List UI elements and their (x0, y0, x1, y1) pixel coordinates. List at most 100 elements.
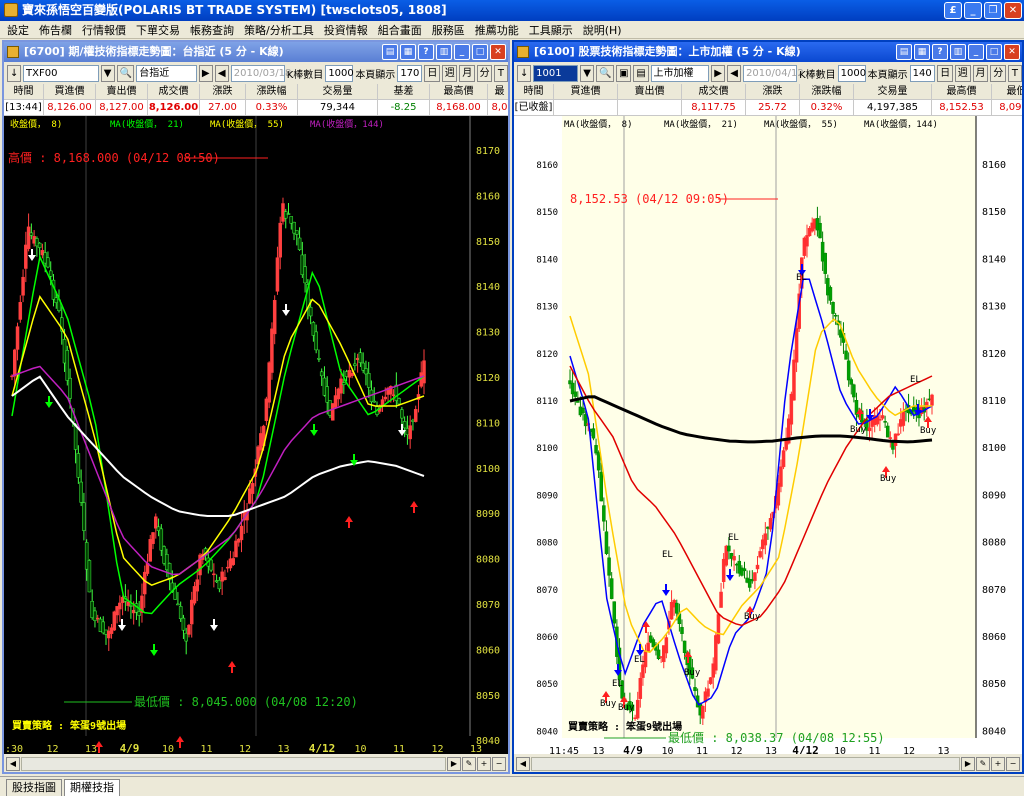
date-field[interactable]: 2010/03/18 (230, 64, 291, 82)
candle-body (779, 466, 783, 487)
close-button[interactable]: ✕ (1004, 44, 1020, 60)
symbol-input[interactable]: TXF00 (23, 64, 99, 82)
minimize-button[interactable]: _ (968, 44, 984, 60)
date-field[interactable]: 2010/04/12 (743, 64, 804, 82)
menu-item[interactable]: 帳務查詢 (185, 22, 239, 38)
candle-body (118, 602, 122, 610)
window-tabs: 股技指圖 期權技指 (0, 776, 1024, 796)
menu-item[interactable]: 行情報價 (77, 22, 131, 38)
layout-icon[interactable]: ▤ (382, 44, 398, 60)
candle-body (314, 331, 318, 351)
minimize-button[interactable]: _ (454, 44, 470, 60)
symbol-name-field[interactable]: 台指近 (136, 64, 197, 82)
zoom-out-icon[interactable]: − (1006, 757, 1020, 771)
back-icon[interactable]: ◀ (727, 64, 742, 82)
search-icon[interactable]: 🔍 (116, 64, 135, 82)
page-input[interactable]: 140 (909, 64, 936, 82)
candle-body (732, 556, 736, 561)
back-icon[interactable]: ◀ (214, 64, 229, 82)
zoom-out-icon[interactable]: − (492, 757, 506, 771)
symbol-name-field[interactable]: 上市加權 (650, 64, 710, 82)
doc-icon[interactable]: ▣ (616, 64, 632, 82)
candle-body (126, 601, 130, 606)
menu-item[interactable]: 說明(H) (578, 22, 627, 38)
period-tick-button[interactable]: T (1007, 64, 1022, 82)
tab-stock-chart[interactable]: 股技指圖 (6, 779, 62, 796)
app-close-button[interactable]: ✕ (1004, 2, 1022, 19)
chart-panel[interactable]: 8170 8160 8150 8140 8130 8120 8110 8100 8090 8080… (4, 116, 508, 754)
period-minute-button[interactable]: 分 (476, 64, 492, 82)
price-chart[interactable]: 8170 8160 8150 8140 8130 8120 8110 8100 8090 8080… (4, 116, 508, 754)
period-tick-button[interactable]: T (493, 64, 508, 82)
close-button[interactable]: ✕ (490, 44, 506, 60)
candle-body (708, 677, 713, 684)
zoom-in-icon[interactable]: + (477, 757, 491, 771)
menu-item[interactable]: 設定 (2, 22, 34, 38)
period-month-button[interactable]: 月 (459, 64, 475, 82)
menu-item[interactable]: 下單交易 (131, 22, 185, 38)
menu-item[interactable]: 組合畫面 (373, 22, 427, 38)
scroll-left-icon[interactable]: ◀ (6, 757, 20, 771)
layout-icon[interactable]: ▤ (896, 44, 912, 60)
column-header: 賣出價 (96, 84, 148, 99)
candle-body (48, 270, 53, 277)
search-icon[interactable]: 🔍 (596, 64, 615, 82)
play-icon[interactable]: ▶ (198, 64, 213, 82)
chart-scrollbar[interactable]: ◀ ▶ ✎ + − (4, 756, 508, 772)
candle-body (342, 382, 346, 385)
menu-item[interactable]: 策略/分析工具 (239, 22, 319, 38)
play-icon[interactable]: ▶ (711, 64, 726, 82)
kbars-input[interactable]: 1000 (325, 64, 354, 82)
chart-panel[interactable]: 8160 8160 8150 8150 8140 8140 8130 8130 8120 8120… (514, 116, 1022, 754)
candle-body (573, 391, 577, 397)
dropdown-icon[interactable]: ▼ (100, 64, 115, 82)
y-tick-label: 8150 (536, 208, 558, 218)
period-month-button[interactable]: 月 (972, 64, 989, 82)
help-icon[interactable]: ? (418, 44, 434, 60)
app-restore-button[interactable]: ❐ (984, 2, 1002, 19)
sort-icon[interactable]: ↓ (7, 64, 21, 82)
dropdown-icon[interactable]: ▼ (580, 64, 595, 82)
kbars-input[interactable]: 1000 (837, 64, 866, 82)
menu-item[interactable]: 佈告欄 (34, 22, 77, 38)
window-titlebar[interactable]: [6700] 期/權技術指標走勢圖：台指近 (5 分 - K線) ▤ ▦ ? ▥… (4, 42, 508, 62)
pen-icon[interactable]: ✎ (462, 757, 476, 771)
page-input[interactable]: 170 (397, 64, 423, 82)
menu-item[interactable]: 投資情報 (319, 22, 373, 38)
tab-futures-chart[interactable]: 期權技指 (64, 779, 120, 796)
menu-item[interactable]: 服務區 (427, 22, 470, 38)
maximize-button[interactable]: □ (986, 44, 1002, 60)
print-icon[interactable]: ▦ (400, 44, 416, 60)
print-icon[interactable]: ▤ (633, 64, 649, 82)
period-day-button[interactable]: 日 (937, 64, 953, 82)
menu-item[interactable]: 工具顯示 (524, 22, 578, 38)
pen-icon[interactable]: ✎ (976, 757, 990, 771)
scroll-track[interactable] (21, 757, 446, 771)
period-week-button[interactable]: 週 (954, 64, 971, 82)
symbol-input[interactable]: 1001 (533, 64, 579, 82)
settings-icon[interactable]: ▥ (436, 44, 452, 60)
app-help-icon[interactable]: £ (944, 2, 962, 19)
x-tick-label: 10 (354, 744, 366, 754)
app-minimize-button[interactable]: _ (964, 2, 982, 19)
maximize-button[interactable]: □ (472, 44, 488, 60)
window-titlebar[interactable]: [6100] 股票技術指標走勢圖：上市加權 (5 分 - K線) ▤ ▦ ? ▥… (514, 42, 1022, 62)
y-tick-label: 8140 (476, 282, 500, 293)
zoom-in-icon[interactable]: + (991, 757, 1005, 771)
period-minute-button[interactable]: 分 (990, 64, 1006, 82)
menu-item[interactable]: 推薦功能 (470, 22, 524, 38)
quote-cell: [已收盤] (514, 100, 554, 115)
scroll-track[interactable] (531, 757, 960, 771)
help-icon[interactable]: ? (932, 44, 948, 60)
sort-icon[interactable]: ↓ (517, 64, 532, 82)
settings-icon[interactable]: ▥ (950, 44, 966, 60)
period-day-button[interactable]: 日 (424, 64, 440, 82)
period-week-button[interactable]: 週 (441, 64, 458, 82)
scroll-right-icon[interactable]: ▶ (961, 757, 975, 771)
scroll-right-icon[interactable]: ▶ (447, 757, 461, 771)
chart-scrollbar[interactable]: ◀ ▶ ✎ + − (514, 756, 1022, 772)
x-tick-label: 10 (162, 744, 174, 754)
print-icon[interactable]: ▦ (914, 44, 930, 60)
scroll-left-icon[interactable]: ◀ (516, 757, 530, 771)
price-chart[interactable]: 8160 8160 8150 8150 8140 8140 8130 8130 8120 8120… (514, 116, 1022, 754)
